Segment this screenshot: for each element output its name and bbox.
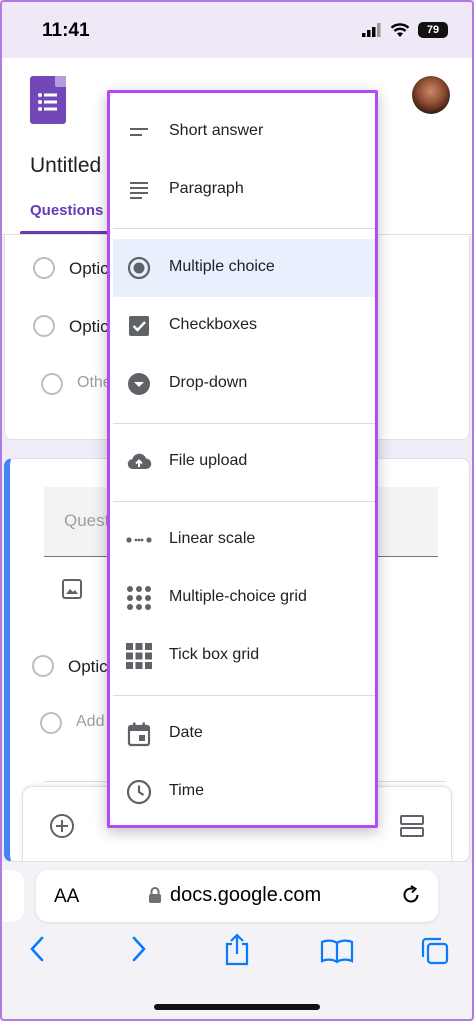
menu-item-label: Date xyxy=(169,724,203,741)
menu-item-label: Time xyxy=(169,782,204,799)
dropdown-icon xyxy=(128,373,150,395)
menu-item-file-upload[interactable]: File upload xyxy=(113,433,375,491)
reader-options-button[interactable]: AA xyxy=(54,886,79,908)
back-icon[interactable] xyxy=(28,934,48,964)
menu-item-label: Multiple choice xyxy=(169,258,275,275)
menu-item-checkboxes[interactable]: Checkboxes xyxy=(113,297,375,355)
calendar-icon xyxy=(127,722,151,747)
menu-item-label: File upload xyxy=(169,452,248,469)
home-indicator xyxy=(154,1004,320,1010)
safari-toolbar: AA docs.google.com xyxy=(0,862,474,1021)
option-text[interactable]: Optic xyxy=(69,259,109,279)
battery-indicator: 79 xyxy=(418,22,448,38)
image-icon[interactable] xyxy=(60,577,84,601)
radio-icon xyxy=(127,256,151,280)
address-bar[interactable]: AA docs.google.com xyxy=(36,870,438,922)
short-answer-icon xyxy=(130,128,148,136)
cloud-upload-icon xyxy=(127,453,152,470)
tab-questions[interactable]: Questions xyxy=(30,202,103,219)
menu-item-linear-scale[interactable]: Linear scale xyxy=(113,511,375,569)
signal-icon xyxy=(362,23,381,37)
clock-icon xyxy=(126,779,152,805)
menu-item-label: Paragraph xyxy=(169,180,244,197)
menu-item-tick-box-grid[interactable]: Tick box grid xyxy=(113,627,375,685)
menu-item-label: Drop-down xyxy=(169,374,248,391)
menu-item-date[interactable]: Date xyxy=(113,705,375,763)
option-radio[interactable] xyxy=(33,315,55,337)
reload-icon[interactable] xyxy=(400,884,422,906)
menu-item-label: Checkboxes xyxy=(169,316,258,333)
question-type-menu: Short answer Paragraph Multiple choice C… xyxy=(107,90,378,828)
status-icons: 79 xyxy=(362,22,448,38)
other-radio[interactable] xyxy=(41,373,63,395)
url-text: docs.google.com xyxy=(170,884,322,906)
menu-divider xyxy=(113,501,375,502)
google-forms-logo-icon[interactable] xyxy=(30,76,66,124)
add-question-icon[interactable] xyxy=(49,813,75,839)
menu-item-paragraph[interactable]: Paragraph xyxy=(113,161,375,219)
linear-scale-icon xyxy=(126,537,152,543)
status-bar: 11:41 79 xyxy=(0,0,474,58)
tabs-icon[interactable] xyxy=(420,936,450,966)
paragraph-icon xyxy=(130,182,148,199)
question-placeholder: Quest xyxy=(64,511,110,530)
menu-item-time[interactable]: Time xyxy=(113,763,375,821)
menu-item-label: Tick box grid xyxy=(169,646,260,663)
forward-icon[interactable] xyxy=(128,934,148,964)
menu-item-label: Multiple-choice grid xyxy=(169,588,307,605)
menu-item-short-answer[interactable]: Short answer xyxy=(113,103,375,161)
user-avatar[interactable] xyxy=(412,76,450,114)
option-text[interactable]: Optic xyxy=(68,657,108,677)
menu-divider xyxy=(113,695,375,696)
wifi-icon xyxy=(390,23,410,37)
form-title[interactable]: Untitled xyxy=(30,154,101,178)
previous-tab-preview[interactable] xyxy=(0,870,24,922)
add-section-icon[interactable] xyxy=(399,813,425,839)
add-option-radio xyxy=(40,712,62,734)
menu-divider xyxy=(113,423,375,424)
grid-squares-icon xyxy=(126,643,152,669)
status-time: 11:41 xyxy=(42,20,90,41)
share-icon[interactable] xyxy=(224,932,250,966)
checkbox-icon xyxy=(129,316,149,336)
grid-dots-icon xyxy=(127,586,151,610)
option-radio[interactable] xyxy=(33,257,55,279)
menu-item-drop-down[interactable]: Drop-down xyxy=(113,355,375,413)
bookmarks-icon[interactable] xyxy=(320,938,354,964)
menu-item-multiple-choice-grid[interactable]: Multiple-choice grid xyxy=(113,569,375,627)
option-radio[interactable] xyxy=(32,655,54,677)
option-text[interactable]: Optic xyxy=(69,317,109,337)
menu-item-label: Short answer xyxy=(169,122,264,139)
menu-item-multiple-choice[interactable]: Multiple choice xyxy=(113,239,375,297)
menu-item-label: Linear scale xyxy=(169,530,256,547)
menu-divider xyxy=(113,228,375,229)
add-option-label[interactable]: Add xyxy=(76,713,104,731)
lock-icon xyxy=(149,887,161,903)
